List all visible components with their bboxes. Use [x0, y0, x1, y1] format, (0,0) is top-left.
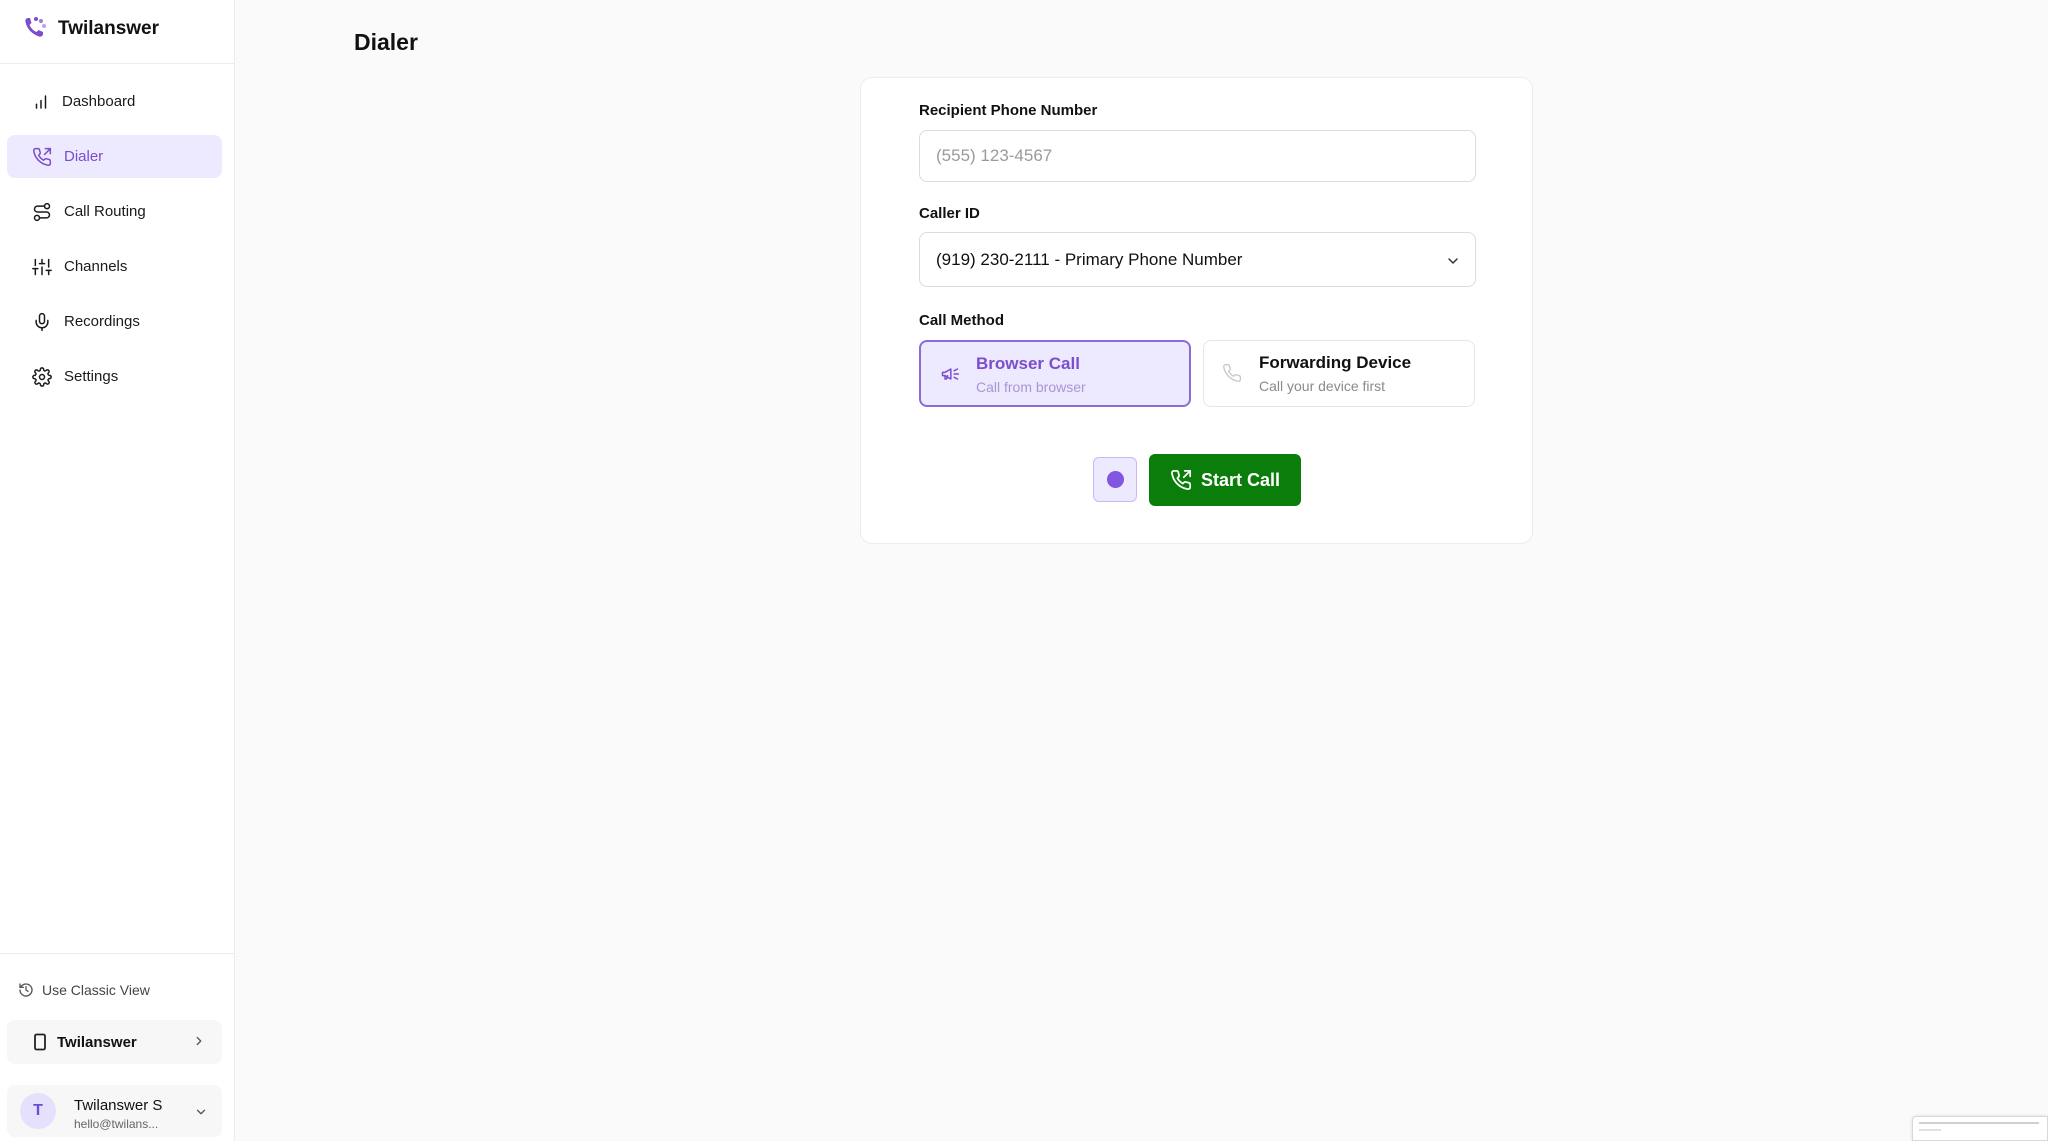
method-title: Browser Call [976, 354, 1080, 373]
megaphone-icon [941, 368, 960, 380]
record-dot-icon [1106, 471, 1124, 488]
chevron-down-icon [196, 1109, 206, 1115]
divider [0, 953, 235, 954]
method-title: Forwarding Device [1259, 353, 1412, 372]
device-icon [34, 1033, 46, 1051]
record-toggle-button[interactable] [1093, 457, 1137, 502]
user-menu[interactable]: T Twilanswer S hello@twilans... [7, 1085, 222, 1137]
sidebar-item-channels[interactable]: Channels [7, 245, 222, 288]
divider [0, 63, 235, 64]
screenshot-preview[interactable] [1912, 1116, 2048, 1141]
method-subtitle: Call from browser [976, 379, 1086, 395]
gear-icon [32, 366, 52, 387]
workspace-switcher[interactable]: Twilanswer [7, 1020, 222, 1064]
sidebar-item-label: Dialer [64, 148, 104, 165]
sidebar-item-dialer[interactable]: Dialer [7, 135, 222, 178]
classic-view-link[interactable]: Use Classic View [18, 979, 150, 1001]
call-method-label: Call Method [919, 312, 1004, 329]
start-call-label: Start Call [1200, 469, 1281, 490]
sidebar-item-label: Settings [64, 368, 119, 385]
call-method-browser[interactable]: Browser Call Call from browser [919, 340, 1191, 407]
microphone-icon [35, 312, 49, 331]
chevron-down-icon [1448, 258, 1458, 264]
user-name: Twilanswer S [74, 1097, 163, 1114]
app-name: Twilanswer [58, 18, 160, 39]
sliders-icon [32, 258, 52, 275]
preview-line [1919, 1129, 1941, 1131]
phone-icon [1223, 363, 1242, 382]
recipient-label: Recipient Phone Number [919, 102, 1098, 119]
sidebar-item-label: Recordings [64, 313, 140, 330]
caller-id-label: Caller ID [919, 205, 980, 222]
brand[interactable]: Twilanswer [20, 14, 159, 44]
phone-outgoing-icon [33, 147, 52, 166]
dialer-card: Recipient Phone Number Caller ID (919) 2… [860, 77, 1533, 544]
sidebar-item-settings[interactable]: Settings [7, 355, 222, 398]
bar-chart-icon [35, 94, 47, 109]
workspace-name: Twilanswer [57, 1033, 137, 1051]
sidebar-item-dashboard[interactable]: Dashboard [7, 80, 222, 123]
sidebar-item-label: Call Routing [64, 203, 146, 220]
logo-icon [20, 12, 50, 47]
start-call-button[interactable]: Start Call [1149, 454, 1301, 506]
route-icon [33, 202, 51, 221]
avatar: T [20, 1093, 56, 1129]
page-title: Dialer [354, 29, 418, 55]
phone-outgoing-icon [1171, 469, 1192, 490]
user-email: hello@twilans... [74, 1117, 159, 1131]
method-subtitle: Call your device first [1259, 378, 1386, 394]
preview-line [1919, 1122, 2039, 1124]
sidebar-item-label: Channels [64, 258, 128, 275]
sidebar-item-call-routing[interactable]: Call Routing [7, 190, 222, 233]
history-icon [19, 983, 33, 997]
chevron-right-icon [196, 1036, 202, 1046]
sidebar: Twilanswer Dashboard Dialer Call Routing… [0, 0, 235, 1141]
sidebar-item-label: Dashboard [62, 93, 136, 110]
caller-id-select[interactable]: (919) 230-2111 - Primary Phone Number [919, 232, 1476, 287]
call-method-forwarding[interactable]: Forwarding Device Call your device first [1203, 340, 1475, 407]
classic-view-label: Use Classic View [42, 982, 150, 998]
recipient-phone-input[interactable] [919, 130, 1476, 182]
caller-id-value: (919) 230-2111 - Primary Phone Number [936, 249, 1243, 269]
sidebar-item-recordings[interactable]: Recordings [7, 300, 222, 343]
